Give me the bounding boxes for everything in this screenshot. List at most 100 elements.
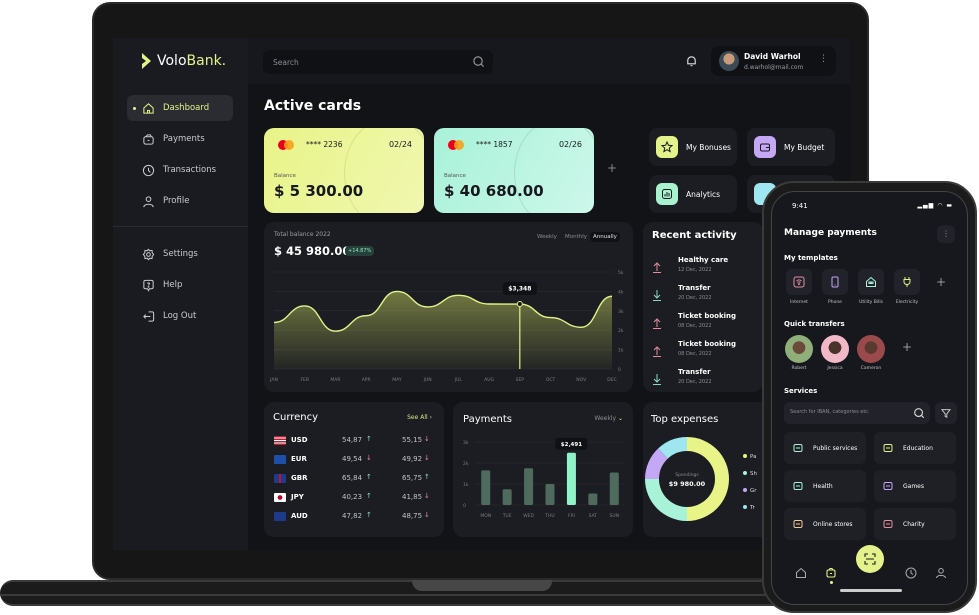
mastercard-icon [278, 140, 294, 150]
service-label: Public services [813, 444, 858, 452]
bar[interactable] [524, 468, 534, 505]
activity-item[interactable]: Transfer 20 Dec, 2022 [652, 368, 752, 392]
topbar: Search David Warhol d.warhol@mail.com ⋮ [248, 38, 850, 84]
bell-icon[interactable] [685, 54, 698, 68]
user-email: d.warhol@mail.com [744, 64, 804, 71]
service-online-stores[interactable]: Online stores [784, 508, 866, 540]
contact-avatar[interactable] [821, 335, 849, 363]
y-tick-label: 0 [618, 367, 621, 373]
logo[interactable]: VoloBank. [141, 52, 226, 70]
bar[interactable] [588, 493, 598, 505]
x-tick-label: OCT [546, 377, 556, 383]
currency-sell-rate: 48,75 [402, 512, 423, 520]
activity-date: 12 Dec, 2022 [678, 267, 712, 273]
activity-item[interactable]: Ticket booking 08 Dec, 2022 [652, 340, 752, 364]
service-public-services[interactable]: Public services [784, 432, 866, 464]
search-input[interactable]: Search [263, 50, 493, 74]
tab-wallet-icon[interactable] [825, 567, 837, 579]
bar[interactable] [609, 472, 619, 505]
service-health[interactable]: Health [784, 470, 866, 502]
tooltip-label: $3,348 [508, 286, 531, 293]
sidebar-item-label: Payments [163, 134, 205, 144]
legend-dot [743, 488, 747, 492]
bar[interactable] [502, 489, 512, 505]
filter-button[interactable] [935, 402, 957, 424]
arrow-down-icon: ↓ [424, 435, 430, 443]
tab-home-icon[interactable] [795, 567, 807, 579]
quick-action-budget[interactable]: My Budget [747, 128, 835, 166]
bank-card[interactable]: **** 2236 02/24 Balance $ 5 300.00 [264, 128, 424, 213]
tab-profile-icon[interactable] [935, 567, 947, 579]
search-icon[interactable] [913, 407, 925, 419]
service-label: Games [903, 482, 924, 490]
activity-item[interactable]: Transfer 20 Dec, 2022 [652, 284, 752, 308]
x-tick-label: TUE [502, 513, 512, 519]
currency-row[interactable]: GBR 65,84 ↑ 65,75 ↑ [274, 472, 434, 486]
bar[interactable] [481, 470, 491, 505]
sidebar-item-dashboard[interactable]: Dashboard [127, 95, 233, 121]
bank-card[interactable]: **** 1857 02/26 Balance $ 40 680.00 [434, 128, 594, 213]
sidebar-item-help[interactable]: Help [127, 272, 233, 298]
arrow-down-icon [653, 290, 661, 301]
currency-buy-rate: 47,82 [342, 512, 363, 520]
currency-row[interactable]: AUD 47,82 ↑ 48,75 ↓ [274, 510, 434, 524]
currency-panel: Currency See All › USD 54,87 ↑ 55,15 ↓ E… [264, 402, 444, 537]
activity-item[interactable]: Ticket booking 08 Dec, 2022 [652, 312, 752, 336]
template-utility-bills[interactable] [858, 269, 884, 295]
contact-name: Jessica [827, 366, 843, 371]
add-template-button[interactable]: + [936, 275, 946, 289]
quick-action-analytics[interactable]: Analytics [649, 175, 737, 213]
sidebar-item-profile[interactable]: Profile [127, 188, 233, 214]
add-contact-button[interactable]: + [902, 340, 912, 354]
tooltip-label: $2,491 [561, 442, 582, 448]
bar[interactable] [566, 452, 576, 505]
wallet-icon [754, 136, 776, 158]
wifi-icon [793, 276, 805, 288]
template-electricity[interactable] [894, 269, 920, 295]
highlight-point[interactable] [516, 301, 523, 308]
x-tick-label: SEP [516, 377, 525, 383]
currency-row[interactable]: USD 54,87 ↑ 55,15 ↓ [274, 434, 434, 448]
legend-label: Sh [750, 471, 757, 477]
more-vertical-icon[interactable]: ⋮ [937, 225, 955, 243]
service-games[interactable]: Games [874, 470, 956, 502]
bar[interactable] [545, 484, 555, 505]
gear-icon [142, 248, 155, 260]
sidebar-item-transactions[interactable]: Transactions [127, 157, 233, 183]
service-education[interactable]: Education [874, 432, 956, 464]
template-phone[interactable] [822, 269, 848, 295]
sidebar-item-payments[interactable]: Payments [127, 126, 233, 152]
home-icon [143, 102, 154, 114]
tab-clock-icon[interactable] [905, 567, 917, 579]
see-all-link[interactable]: See All › [407, 414, 432, 421]
contact-avatar[interactable] [785, 335, 813, 363]
user-profile-menu[interactable]: David Warhol d.warhol@mail.com ⋮ [711, 46, 836, 76]
sidebar-item-settings[interactable]: Settings [127, 241, 233, 267]
scan-button[interactable] [856, 545, 884, 573]
service-search-input[interactable]: Search for IBAN, categories etc. [784, 402, 930, 424]
activity-item[interactable]: Healthy care 12 Dec, 2022 [652, 256, 752, 280]
charity-icon [883, 520, 893, 528]
currency-row[interactable]: EUR 49,54 ↓ 49,92 ↓ [274, 453, 434, 467]
contact-avatar[interactable] [857, 335, 885, 363]
currency-code: JPY [291, 493, 304, 501]
card-balance-label: Balance [274, 173, 296, 179]
quick-action-bonuses[interactable]: My Bonuses [649, 128, 737, 166]
service-charity[interactable]: Charity [874, 508, 956, 540]
search-icon[interactable] [472, 55, 485, 68]
more-vertical-icon[interactable]: ⋮ [819, 54, 828, 64]
add-card-button[interactable]: + [602, 161, 622, 181]
y-tick-label: 3k [618, 309, 624, 315]
x-tick-label: MAY [392, 377, 402, 383]
main-content: Active cards **** 2236 02/24 Balance $ 5… [248, 84, 850, 550]
sidebar-item-logout[interactable]: Log Out [127, 303, 233, 329]
template-internet[interactable] [786, 269, 812, 295]
recent-activity-title: Recent activity [652, 230, 737, 241]
contact-name: Cameron [860, 366, 882, 371]
flag-jpy-icon [274, 493, 286, 502]
sidebar-item-label: Settings [163, 249, 198, 259]
activity-date: 08 Dec, 2022 [678, 323, 712, 329]
currency-row[interactable]: JPY 40,23 ↑ 41,85 ↓ [274, 491, 434, 505]
donut-slice[interactable] [687, 437, 729, 521]
sidebar-nav: Dashboard Payments Transactions Profile … [113, 95, 248, 334]
